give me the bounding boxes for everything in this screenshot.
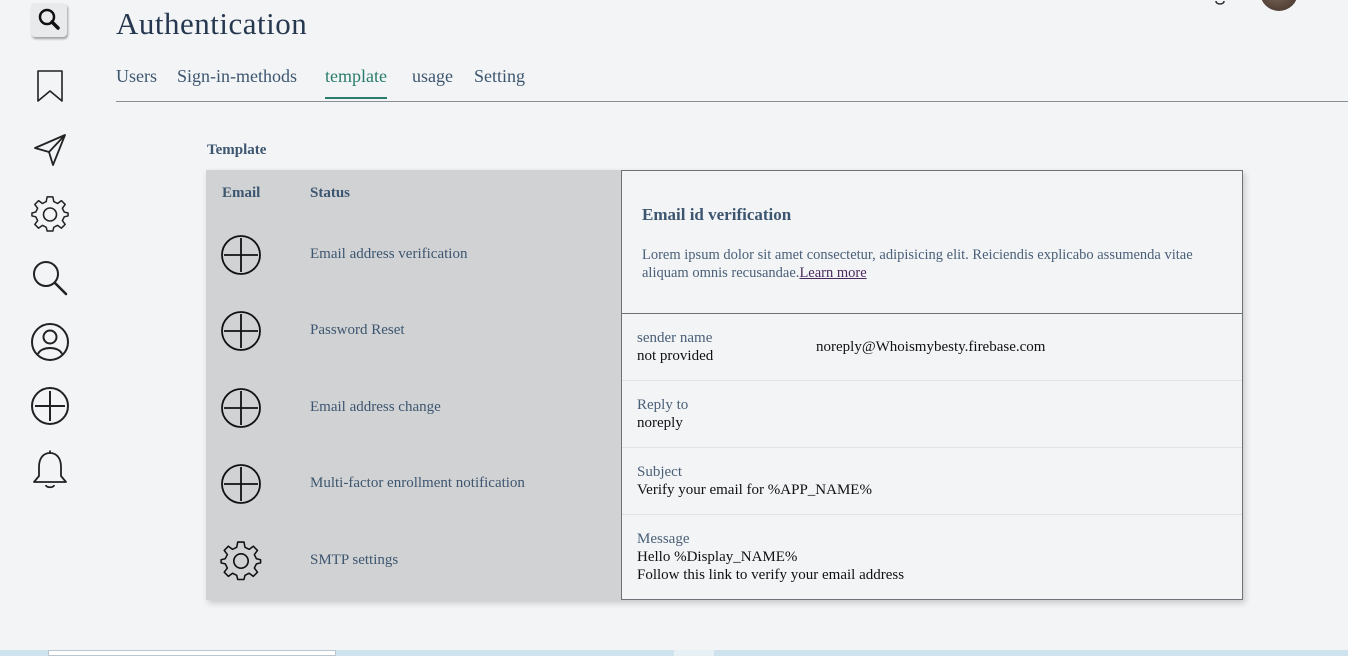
sender-name-field[interactable]: sender name not provided noreply@Whoismy…: [622, 313, 1242, 381]
tab-users[interactable]: Users: [116, 66, 157, 97]
template-row-password-reset[interactable]: Password Reset: [206, 310, 621, 370]
sender-name-value: not provided: [637, 348, 714, 364]
search-icon[interactable]: [31, 3, 67, 37]
sender-name-label: sender name: [637, 330, 713, 346]
subject-value: Verify your email for %APP_NAME%: [637, 482, 872, 498]
send-icon[interactable]: [30, 130, 70, 170]
subject-field[interactable]: Subject Verify your email for %APP_NAME%: [622, 447, 1242, 515]
avatar[interactable]: [1260, 0, 1298, 11]
sender-address-value: noreply@Whoismybesty.firebase.com: [816, 339, 1046, 355]
sidebar-rail: [0, 0, 100, 656]
template-row-label: Email address verification: [310, 246, 468, 262]
tab-usage[interactable]: usage: [412, 66, 453, 97]
message-field[interactable]: Message Hello %Display_NAME% Follow this…: [622, 514, 1242, 599]
detail-description: Lorem ipsum dolor sit amet consectetur, …: [642, 246, 1232, 282]
search-icon[interactable]: [30, 258, 70, 298]
tab-setting[interactable]: Setting: [474, 66, 525, 97]
page-title: Authentication: [116, 6, 308, 41]
gear-icon[interactable]: [220, 540, 262, 582]
detail-header: Email id verification Lorem ipsum dolor …: [622, 171, 1242, 314]
user-icon[interactable]: [30, 322, 70, 362]
column-header-email: Email: [222, 185, 261, 201]
template-list: Email Status Email address verification: [206, 170, 621, 600]
add-icon[interactable]: [30, 386, 70, 426]
template-row-label: Password Reset: [310, 322, 405, 338]
template-row-mfa-enrollment[interactable]: Multi-factor enrollment notification: [206, 463, 621, 523]
add-icon[interactable]: [220, 387, 262, 429]
description-text: Lorem ipsum dolor sit amet consectetur, …: [642, 247, 1193, 281]
notification-bell-icon[interactable]: [1205, 0, 1235, 8]
template-detail: Email id verification Lorem ipsum dolor …: [621, 170, 1243, 600]
learn-more-link[interactable]: Learn more: [799, 265, 866, 281]
template-row-email-verification[interactable]: Email address verification: [206, 234, 621, 294]
tab-template[interactable]: template: [325, 66, 387, 99]
bell-icon[interactable]: [30, 450, 70, 490]
reply-to-value: noreply: [637, 415, 683, 431]
add-icon[interactable]: [220, 310, 262, 352]
taskbar-strip: [0, 650, 1348, 656]
message-line-2: Follow this link to verify your email ad…: [637, 567, 905, 583]
taskbar-item[interactable]: [48, 650, 336, 656]
template-panel: Email Status Email address verification: [206, 170, 1243, 600]
detail-title: Email id verification: [642, 205, 792, 224]
template-row-label: SMTP settings: [310, 552, 399, 568]
column-header-status: Status: [310, 185, 351, 201]
section-label: Template: [207, 142, 267, 158]
message-label: Message: [637, 531, 690, 547]
page: Authentication Users Sign-in-methods tem…: [0, 0, 1348, 656]
tab-bar: Users Sign-in-methods template usage Set…: [116, 64, 1348, 102]
template-row-smtp-settings[interactable]: SMTP settings: [206, 540, 621, 600]
add-icon[interactable]: [220, 234, 262, 276]
reply-to-field[interactable]: Reply to noreply: [622, 380, 1242, 448]
bookmark-icon[interactable]: [30, 66, 70, 106]
add-icon[interactable]: [220, 463, 262, 505]
taskbar-item[interactable]: [674, 650, 714, 656]
gear-icon[interactable]: [30, 194, 70, 234]
template-row-email-change[interactable]: Email address change: [206, 387, 621, 447]
reply-to-label: Reply to: [637, 397, 689, 413]
template-row-label: Multi-factor enrollment notification: [310, 475, 525, 491]
tab-sign-in-methods[interactable]: Sign-in-methods: [177, 66, 297, 97]
template-row-label: Email address change: [310, 399, 441, 415]
message-line-1: Hello %Display_NAME%: [637, 549, 798, 565]
subject-label: Subject: [637, 464, 682, 480]
